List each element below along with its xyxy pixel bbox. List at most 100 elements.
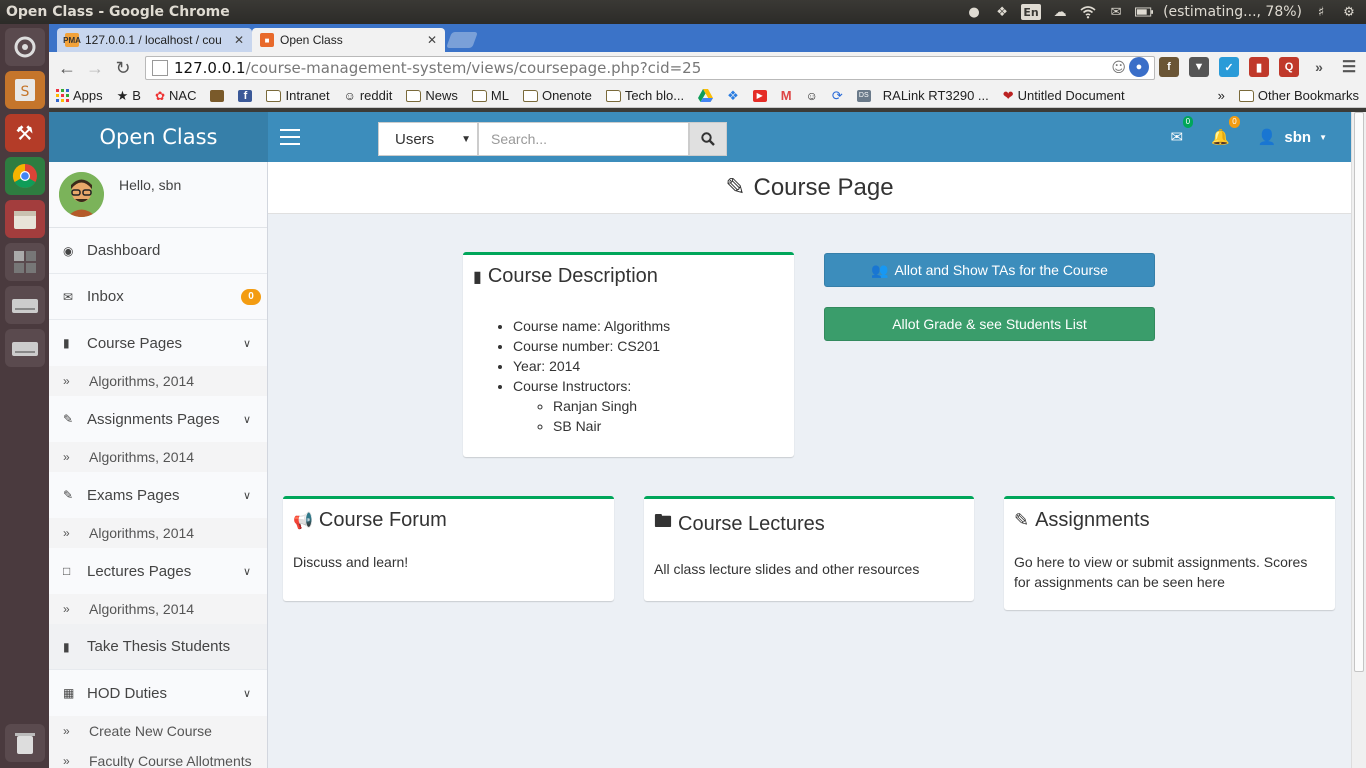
assignments-card[interactable]: ✎ Assignments Go here to view or submit … <box>1004 496 1335 610</box>
sidebar-item-assignments-pages[interactable]: ✎ Assignments Pages ∨ <box>49 396 267 442</box>
sidebar-item-lectures-pages[interactable]: □ Lectures Pages ∨ <box>49 548 267 594</box>
trash-icon[interactable] <box>4 724 45 762</box>
bookmark-ralink[interactable]: DS RALink RT3290 ... <box>850 88 996 103</box>
chrome-icon[interactable] <box>4 157 45 195</box>
address-bar[interactable]: 127.0.0.1/course-management-system/views… <box>145 56 1155 80</box>
cloud-indicator-icon[interactable]: ☁ <box>1051 4 1069 20</box>
sidebar-subitem-faculty-course-allotments[interactable]: » Faculty Course Allotments <box>49 746 267 768</box>
other-bookmarks[interactable]: Other Bookmarks <box>1232 88 1366 103</box>
sublime-icon[interactable]: S <box>4 71 45 109</box>
bookmark-gmail[interactable]: M <box>774 88 799 103</box>
bookmark-onenote[interactable]: Onenote <box>516 88 599 103</box>
search-category-select[interactable]: Users ▼ <box>378 122 478 156</box>
globe-indicator-icon[interactable]: ● <box>965 4 983 20</box>
menu-icon[interactable]: ☰ <box>1339 57 1359 77</box>
course-lectures-card[interactable]: 🖿 Course Lectures All class lecture slid… <box>644 496 974 601</box>
chevron-down-icon: ∨ <box>242 337 251 350</box>
bookmark-reddit-2[interactable]: ☺ <box>799 89 825 103</box>
page-scrollbar[interactable] <box>1351 112 1366 768</box>
allot-tas-button[interactable]: 👥 Allot and Show TAs for the Course <box>824 253 1155 287</box>
folder-icon <box>266 89 282 102</box>
sidebar-item-course-pages[interactable]: ▮ Course Pages ∨ <box>49 320 267 366</box>
dash-icon[interactable] <box>4 28 45 66</box>
sidebar-subitem-assignments-algorithms[interactable]: » Algorithms, 2014 <box>49 442 267 472</box>
course-forum-card[interactable]: 📢 Course Forum Discuss and learn! <box>283 496 614 601</box>
bookmark-ext-icon[interactable]: ▮ <box>1249 57 1269 77</box>
quora-icon[interactable]: Q <box>1279 57 1299 77</box>
check-ext-icon[interactable]: ✓ <box>1219 57 1239 77</box>
url-path: /course-management-system/views/coursepa… <box>245 59 702 77</box>
volume-mute-icon[interactable]: ♯ <box>1312 4 1330 20</box>
reddit-ext-icon[interactable]: ☺ <box>1111 60 1126 76</box>
reload-icon[interactable]: ↻ <box>109 58 137 79</box>
notifications-menu[interactable]: 🔔 0 <box>1211 116 1240 146</box>
sidebar-item-label: Assignments Pages <box>87 410 220 428</box>
main-content: ✎ Course Page ▮ Course Description Cours… <box>268 162 1351 768</box>
bookmark-youtube[interactable]: ▶ <box>746 89 774 102</box>
forward-arrow-icon[interactable]: → <box>81 58 109 79</box>
drive-icon[interactable] <box>4 286 45 324</box>
bookmark-drive[interactable] <box>691 89 720 102</box>
sidebar-item-dashboard[interactable]: ◉ Dashboard <box>49 228 267 274</box>
workspace-icon[interactable] <box>4 243 45 281</box>
content-header: ✎ Course Page <box>268 162 1351 214</box>
edit-icon: ✎ <box>63 488 74 502</box>
files-icon[interactable] <box>4 200 45 238</box>
bookmark-reddit[interactable]: ☺ reddit <box>337 88 400 103</box>
sidebar-toggle-icon[interactable] <box>280 129 300 150</box>
bookmark-dropbox[interactable]: ❖ <box>720 88 746 104</box>
app-logo[interactable]: Open Class <box>49 112 268 162</box>
bookmark-ml[interactable]: ML <box>465 88 516 103</box>
bookmark-news[interactable]: News <box>399 88 465 103</box>
sidebar-item-label: HOD Duties <box>87 684 168 702</box>
bookmark-app[interactable] <box>203 89 231 102</box>
sidebar-item-take-thesis-students[interactable]: ▮ Take Thesis Students <box>49 624 267 670</box>
bookmark-nac[interactable]: ✿ NAC <box>148 88 204 103</box>
bookmarks-overflow[interactable]: » <box>1211 88 1232 103</box>
sidebar-subitem-exams-algorithms[interactable]: » Algorithms, 2014 <box>49 518 267 548</box>
close-icon[interactable]: ✕ <box>427 33 437 47</box>
tab-phpmyadmin[interactable]: PMA 127.0.0.1 / localhost / cou ✕ <box>57 28 252 52</box>
bookmark-apps[interactable]: Apps <box>49 88 110 103</box>
settings-icon[interactable]: ⚒ <box>4 114 45 152</box>
inbox-badge: 0 <box>241 288 261 305</box>
dropbox-indicator-icon[interactable]: ❖ <box>993 4 1011 20</box>
search-input[interactable]: Search... <box>478 122 689 156</box>
facebook-ext-icon[interactable]: f <box>1159 57 1179 77</box>
close-icon[interactable]: ✕ <box>234 33 244 47</box>
ds-icon: DS <box>856 89 871 102</box>
bookmark-facebook[interactable]: f <box>231 89 259 102</box>
new-tab-button[interactable] <box>446 32 478 48</box>
user-menu[interactable]: 👤 sbn ▼ <box>1258 128 1327 147</box>
folder-icon <box>406 89 422 102</box>
power-gear-icon[interactable]: ⚙ <box>1340 4 1358 20</box>
bookmark-b[interactable]: ★ B <box>110 88 148 104</box>
bookmark-tech-blogs[interactable]: Tech blo... <box>599 88 691 103</box>
scrollbar-thumb[interactable] <box>1354 112 1364 672</box>
sidebar-subitem-course-algorithms[interactable]: » Algorithms, 2014 <box>49 366 267 396</box>
sidebar-item-exams-pages[interactable]: ✎ Exams Pages ∨ <box>49 472 267 518</box>
wifi-indicator-icon[interactable] <box>1079 4 1097 20</box>
caret-down-icon: ▼ <box>461 133 471 145</box>
dropbox-icon: ❖ <box>727 87 739 103</box>
back-arrow-icon[interactable]: ← <box>53 58 81 79</box>
bookmark-refresh-app[interactable]: ⟳ <box>825 88 850 104</box>
keyboard-layout-indicator[interactable]: En <box>1021 4 1042 20</box>
sidebar-subitem-lectures-algorithms[interactable]: » Algorithms, 2014 <box>49 594 267 624</box>
drive-icon[interactable] <box>4 329 45 367</box>
mail-indicator-icon[interactable]: ✉ <box>1107 4 1125 20</box>
tab-open-class[interactable]: ■ Open Class ✕ <box>252 28 445 52</box>
battery-indicator-icon[interactable] <box>1135 4 1154 20</box>
tab-title: Open Class <box>280 33 343 47</box>
allot-grade-button[interactable]: Allot Grade & see Students List <box>824 307 1155 341</box>
sidebar-item-hod-duties[interactable]: ▦ HOD Duties ∨ <box>49 670 267 716</box>
bookmark-untitled-document[interactable]: ❤ Untitled Document <box>996 88 1132 104</box>
pocket-icon[interactable]: ▼ <box>1189 57 1209 77</box>
overflow-icon[interactable]: » <box>1309 57 1329 77</box>
globe-extension-icon[interactable]: ● <box>1129 57 1149 77</box>
bookmark-intranet[interactable]: Intranet <box>259 88 336 103</box>
sidebar-subitem-create-new-course[interactable]: » Create New Course <box>49 716 267 746</box>
sidebar-item-inbox[interactable]: ✉ Inbox 0 <box>49 274 267 320</box>
search-button[interactable] <box>689 122 727 156</box>
messages-menu[interactable]: ✉ 0 <box>1170 116 1194 146</box>
